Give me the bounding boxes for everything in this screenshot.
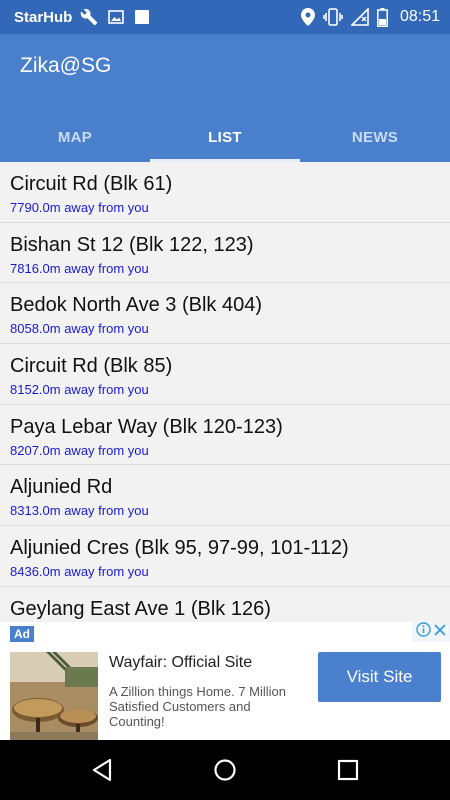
status-bar: StarHub 08:51 <box>0 0 450 34</box>
ad-badge: Ad <box>10 626 34 642</box>
tab-bar: MAP LIST NEWS <box>0 112 450 162</box>
list-item[interactable]: Bedok North Ave 3 (Blk 404) 8058.0m away… <box>0 283 450 345</box>
list-item[interactable]: Circuit Rd (Blk 85) 8152.0m away from yo… <box>0 344 450 405</box>
close-icon[interactable] <box>433 623 447 642</box>
back-icon[interactable] <box>82 750 122 790</box>
location-name: Aljunied Rd <box>10 476 113 499</box>
location-name: Paya Lebar Way (Blk 120-123) <box>10 415 283 438</box>
location-distance: 7816.0m away from you <box>10 260 149 276</box>
app-bar: Zika@SG MAP LIST NEWS <box>0 34 450 162</box>
list-item[interactable]: Paya Lebar Way (Blk 120-123) 8207.0m awa… <box>0 405 450 466</box>
screen: StarHub 08:51 Zika@SG MAP LIST NEWS Circ… <box>0 0 450 800</box>
wrench-icon <box>80 8 98 26</box>
clock: 08:51 <box>399 8 440 25</box>
location-name: Circuit Rd (Blk 85) <box>10 355 173 378</box>
location-icon <box>300 8 315 26</box>
list-item[interactable]: Circuit Rd (Blk 61) 7790.0m away from yo… <box>0 162 450 223</box>
visit-site-button[interactable]: Visit Site <box>318 652 441 702</box>
location-name: Aljunied Cres (Blk 95, 97-99, 101-112) <box>10 537 349 560</box>
location-name: Bishan St 12 (Blk 122, 123) <box>10 233 254 256</box>
tab-map[interactable]: MAP <box>0 112 150 162</box>
location-distance: 8207.0m away from you <box>10 442 149 458</box>
vibrate-icon <box>323 8 343 26</box>
location-list[interactable]: Circuit Rd (Blk 61) 7790.0m away from yo… <box>0 162 450 622</box>
list-item[interactable]: Aljunied Rd 8313.0m away from you <box>0 465 450 527</box>
list-item[interactable]: Bishan St 12 (Blk 122, 123) 7816.0m away… <box>0 223 450 284</box>
status-right: 08:51 <box>300 7 440 27</box>
list-item[interactable]: Geylang East Ave 1 (Blk 126) <box>0 587 450 622</box>
battery-icon <box>377 7 388 27</box>
ad-choices[interactable] <box>412 622 450 642</box>
location-distance: 8436.0m away from you <box>10 564 149 580</box>
no-signal-icon <box>350 8 369 26</box>
ad-headline[interactable]: Wayfair: Official Site <box>109 654 252 672</box>
ad-body: A Zillion things Home. 7 Million Satisfi… <box>109 684 287 729</box>
carrier-name: StarHub <box>14 8 73 26</box>
location-distance: 8313.0m away from you <box>10 503 149 519</box>
list-item[interactable]: Aljunied Cres (Blk 95, 97-99, 101-112) 8… <box>0 526 450 587</box>
square-icon <box>134 9 150 25</box>
recents-icon[interactable] <box>328 750 368 790</box>
tab-news[interactable]: NEWS <box>300 112 450 162</box>
location-name: Bedok North Ave 3 (Blk 404) <box>10 294 262 317</box>
ad-banner[interactable]: Ad Wayfair: Official Site A Zillion thin… <box>0 622 450 740</box>
tab-list[interactable]: LIST <box>150 112 300 162</box>
info-icon[interactable] <box>416 622 431 642</box>
home-icon[interactable] <box>205 750 245 790</box>
location-distance: 8152.0m away from you <box>10 382 149 398</box>
location-name: Circuit Rd (Blk 61) <box>10 173 173 195</box>
location-name: Geylang East Ave 1 (Blk 126) <box>10 597 271 620</box>
location-distance: 8058.0m away from you <box>10 321 149 337</box>
image-icon <box>108 9 125 25</box>
ad-product-image[interactable] <box>10 652 98 740</box>
navigation-bar <box>0 740 450 800</box>
app-title: Zika@SG <box>20 54 112 77</box>
location-distance: 7790.0m away from you <box>10 200 149 215</box>
